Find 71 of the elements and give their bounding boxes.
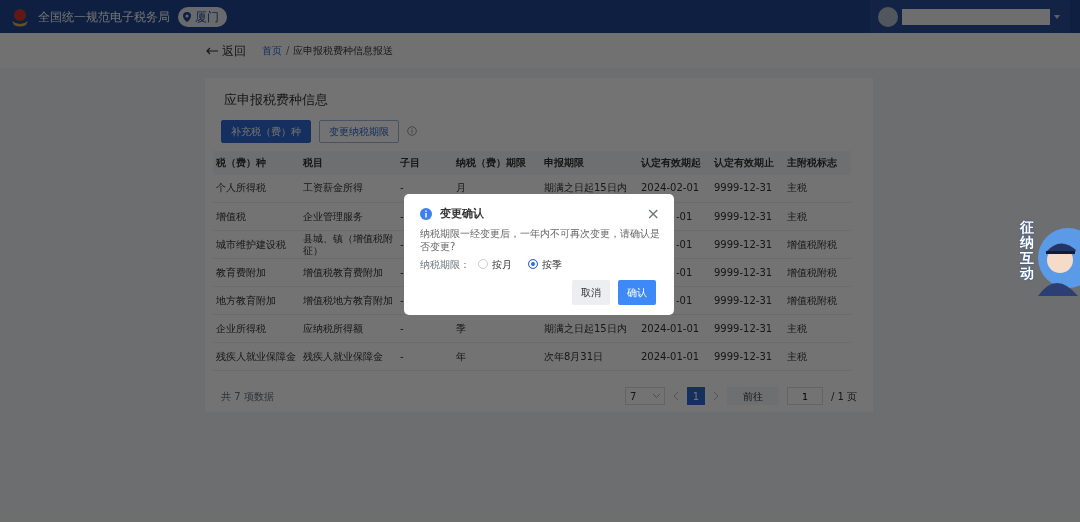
table-cell: 残疾人就业保障金 <box>300 342 397 371</box>
table-cell: 主税 <box>784 342 851 371</box>
table-cell: 教育费附加 <box>213 258 300 287</box>
table-cell: 2024-01-01 <box>638 342 711 371</box>
caret-icon <box>1054 14 1060 19</box>
goto-button[interactable]: 前往 <box>726 387 779 405</box>
back-arrow-icon <box>206 46 218 55</box>
page-size-select[interactable]: 7 <box>624 387 665 405</box>
cancel-button[interactable]: 取消 <box>572 279 610 305</box>
user-menu[interactable] <box>870 0 1070 33</box>
region-selector[interactable]: 厦门 <box>178 6 227 27</box>
page-button[interactable]: 1 <box>686 387 705 405</box>
table-cell: 增值税教育费附加 <box>300 258 397 287</box>
location-pin-icon <box>183 11 191 22</box>
table-cell: 主税 <box>784 174 851 203</box>
table-cell: 应纳税所得额 <box>300 314 397 343</box>
table-cell: 9999-12-31 <box>711 202 784 231</box>
column-header: 申报期限 <box>541 150 638 175</box>
table-cell: 9999-12-31 <box>711 342 784 371</box>
table-cell: 增值税附税 <box>784 230 851 259</box>
widget-label: 征纳互动 <box>1020 220 1034 282</box>
table-cell: 地方教育附加 <box>213 286 300 315</box>
table-cell: 9999-12-31 <box>711 286 784 315</box>
emblem-icon <box>10 6 30 27</box>
column-header: 税（费）种 <box>213 150 300 175</box>
table-cell: 增值税附税 <box>784 286 851 315</box>
table-cell: 9999-12-31 <box>711 314 784 343</box>
table-cell: 年 <box>453 342 541 371</box>
table-cell: - <box>397 342 453 371</box>
table-cell: 9999-12-31 <box>711 230 784 259</box>
add-tax-button[interactable]: 补充税（费）种 <box>221 119 311 143</box>
column-header: 纳税（费）期限 <box>453 150 541 175</box>
column-header: 税目 <box>300 150 397 175</box>
column-header: 主附税标志 <box>784 150 851 175</box>
table-cell: 残疾人就业保障金 <box>213 342 300 371</box>
column-header: 认定有效期起 <box>638 150 711 175</box>
chevron-down-icon <box>652 394 660 398</box>
radio-option[interactable]: 按月 <box>478 256 512 272</box>
change-period-button[interactable]: 变更纳税期限 <box>319 119 399 143</box>
table-cell: 企业所得税 <box>213 314 300 343</box>
table-cell: 县城、镇（增值税附征） <box>300 230 397 259</box>
table-cell: 企业管理服务 <box>300 202 397 231</box>
table-cell: 城市维护建设税 <box>213 230 300 259</box>
avatar-icon <box>878 6 898 27</box>
table-cell: 次年8月31日 <box>541 342 638 371</box>
table-cell: 增值税 <box>213 202 300 231</box>
back-link[interactable]: 返回 <box>206 41 246 60</box>
table-cell: 主税 <box>784 202 851 231</box>
column-header: 认定有效期止 <box>711 150 784 175</box>
page-input[interactable]: 1 <box>786 387 823 405</box>
breadcrumb-current: 应申报税费种信息报送 <box>293 44 394 58</box>
table-cell: 9999-12-31 <box>711 258 784 287</box>
table-cell: 工资薪金所得 <box>300 174 397 203</box>
radio-option[interactable]: 按季 <box>528 256 562 272</box>
table-cell: 增值税附税 <box>784 258 851 287</box>
breadcrumb-separator: / <box>286 44 290 58</box>
info-icon <box>407 126 417 136</box>
table-cell: 增值税地方教育附加 <box>300 286 397 315</box>
prev-page-icon[interactable] <box>672 392 679 400</box>
info-icon <box>420 208 432 221</box>
column-header: 子目 <box>397 150 453 175</box>
page-total: / 1 页 <box>830 389 857 404</box>
next-page-icon[interactable] <box>712 392 719 400</box>
table-cell: 主税 <box>784 314 851 343</box>
confirm-button[interactable]: 确认 <box>618 279 656 305</box>
close-button[interactable]: × <box>646 206 660 223</box>
card-title: 应申报税费种信息 <box>224 91 329 109</box>
table-cell: 9999-12-31 <box>711 174 784 203</box>
table-cell: 个人所得税 <box>213 174 300 203</box>
site-title: 全国统一规范电子税务局 <box>38 8 170 26</box>
breadcrumb-link[interactable]: 首页 <box>262 43 282 58</box>
